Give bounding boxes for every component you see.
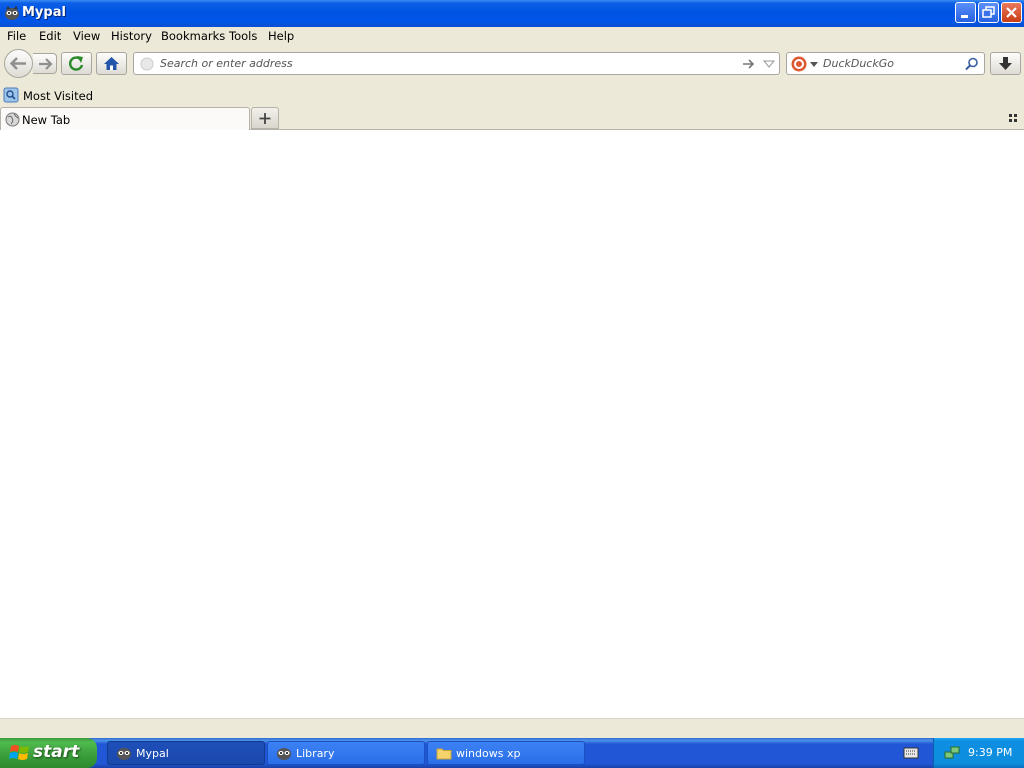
forward-button[interactable] bbox=[33, 53, 57, 74]
taskbar: start Mypal Library windows xp 9:39 PM bbox=[0, 738, 1024, 768]
address-bar[interactable]: Search or enter address bbox=[133, 52, 780, 75]
menu-file[interactable]: File bbox=[7, 29, 26, 43]
folder-icon bbox=[436, 748, 452, 760]
task-label: windows xp bbox=[456, 747, 521, 760]
menu-edit[interactable]: Edit bbox=[39, 29, 61, 43]
task-label: Mypal bbox=[136, 747, 169, 760]
close-icon bbox=[1006, 7, 1017, 18]
tab-strip: New Tab bbox=[0, 106, 1024, 130]
downloads-button[interactable] bbox=[990, 52, 1021, 75]
status-bar bbox=[0, 718, 1024, 738]
start-label: start bbox=[33, 742, 80, 762]
download-icon bbox=[999, 57, 1012, 70]
minimize-icon bbox=[961, 15, 968, 18]
minimize-button[interactable] bbox=[955, 2, 976, 23]
menu-view[interactable]: View bbox=[73, 29, 100, 43]
system-tray: 9:39 PM bbox=[933, 738, 1024, 768]
plus-icon bbox=[259, 113, 271, 124]
task-label: Library bbox=[296, 747, 335, 760]
windows-logo-icon bbox=[9, 745, 29, 760]
search-bar[interactable]: DuckDuckGo bbox=[786, 52, 985, 75]
bookmarks-toolbar: Most Visited bbox=[0, 84, 1024, 106]
title-bar[interactable]: Mypal bbox=[0, 0, 1024, 27]
bookmark-folder-icon bbox=[3, 87, 19, 103]
mypal-icon bbox=[4, 5, 20, 21]
reload-icon bbox=[69, 56, 84, 71]
menu-help[interactable]: Help bbox=[268, 29, 294, 43]
start-button[interactable]: start bbox=[0, 738, 97, 768]
menu-tools[interactable]: Tools bbox=[229, 29, 257, 43]
browser-window: Mypal File Edit View History Bookmarks T… bbox=[0, 0, 1024, 738]
page-content[interactable] bbox=[0, 130, 1024, 718]
menu-bar: File Edit View History Bookmarks Tools H… bbox=[0, 27, 1024, 46]
menu-bookmarks[interactable]: Bookmarks bbox=[161, 29, 225, 43]
tab-list-button[interactable] bbox=[1006, 111, 1020, 125]
menu-history[interactable]: History bbox=[111, 29, 152, 43]
grid-icon bbox=[1009, 114, 1017, 122]
forward-arrow-icon bbox=[39, 58, 53, 70]
task-windows-xp-folder[interactable]: windows xp bbox=[427, 741, 585, 765]
new-tab-button[interactable] bbox=[251, 107, 279, 129]
home-button[interactable] bbox=[96, 52, 127, 75]
reload-button[interactable] bbox=[61, 52, 92, 75]
mypal-icon bbox=[117, 748, 131, 760]
bookmark-label: Most Visited bbox=[23, 89, 93, 103]
back-arrow-icon bbox=[9, 57, 26, 70]
task-mypal[interactable]: Mypal bbox=[107, 741, 265, 765]
globe-icon bbox=[5, 112, 20, 127]
duckduckgo-icon[interactable] bbox=[791, 56, 807, 72]
window-title: Mypal bbox=[22, 5, 66, 20]
dropdown-arrow-icon[interactable] bbox=[763, 59, 775, 71]
search-icon[interactable] bbox=[965, 57, 979, 71]
engine-dropdown-icon[interactable] bbox=[810, 61, 818, 69]
mypal-icon bbox=[277, 748, 291, 760]
task-library[interactable]: Library bbox=[267, 741, 425, 765]
keyboard-icon[interactable] bbox=[903, 746, 919, 760]
page-icon bbox=[140, 57, 154, 71]
restore-button[interactable] bbox=[978, 2, 999, 23]
close-button[interactable] bbox=[1001, 2, 1022, 23]
address-placeholder: Search or enter address bbox=[160, 57, 293, 70]
clock[interactable]: 9:39 PM bbox=[968, 746, 1012, 759]
tab-new-tab[interactable]: New Tab bbox=[0, 107, 250, 130]
restore-icon bbox=[982, 6, 995, 18]
home-icon bbox=[104, 57, 119, 70]
back-button[interactable] bbox=[4, 49, 33, 78]
network-icon[interactable] bbox=[943, 744, 961, 762]
tab-label: New Tab bbox=[22, 113, 71, 127]
search-placeholder: DuckDuckGo bbox=[823, 57, 894, 70]
navigation-toolbar: Search or enter address DuckDuckGo bbox=[0, 47, 1024, 83]
go-arrow-icon[interactable] bbox=[742, 57, 756, 71]
